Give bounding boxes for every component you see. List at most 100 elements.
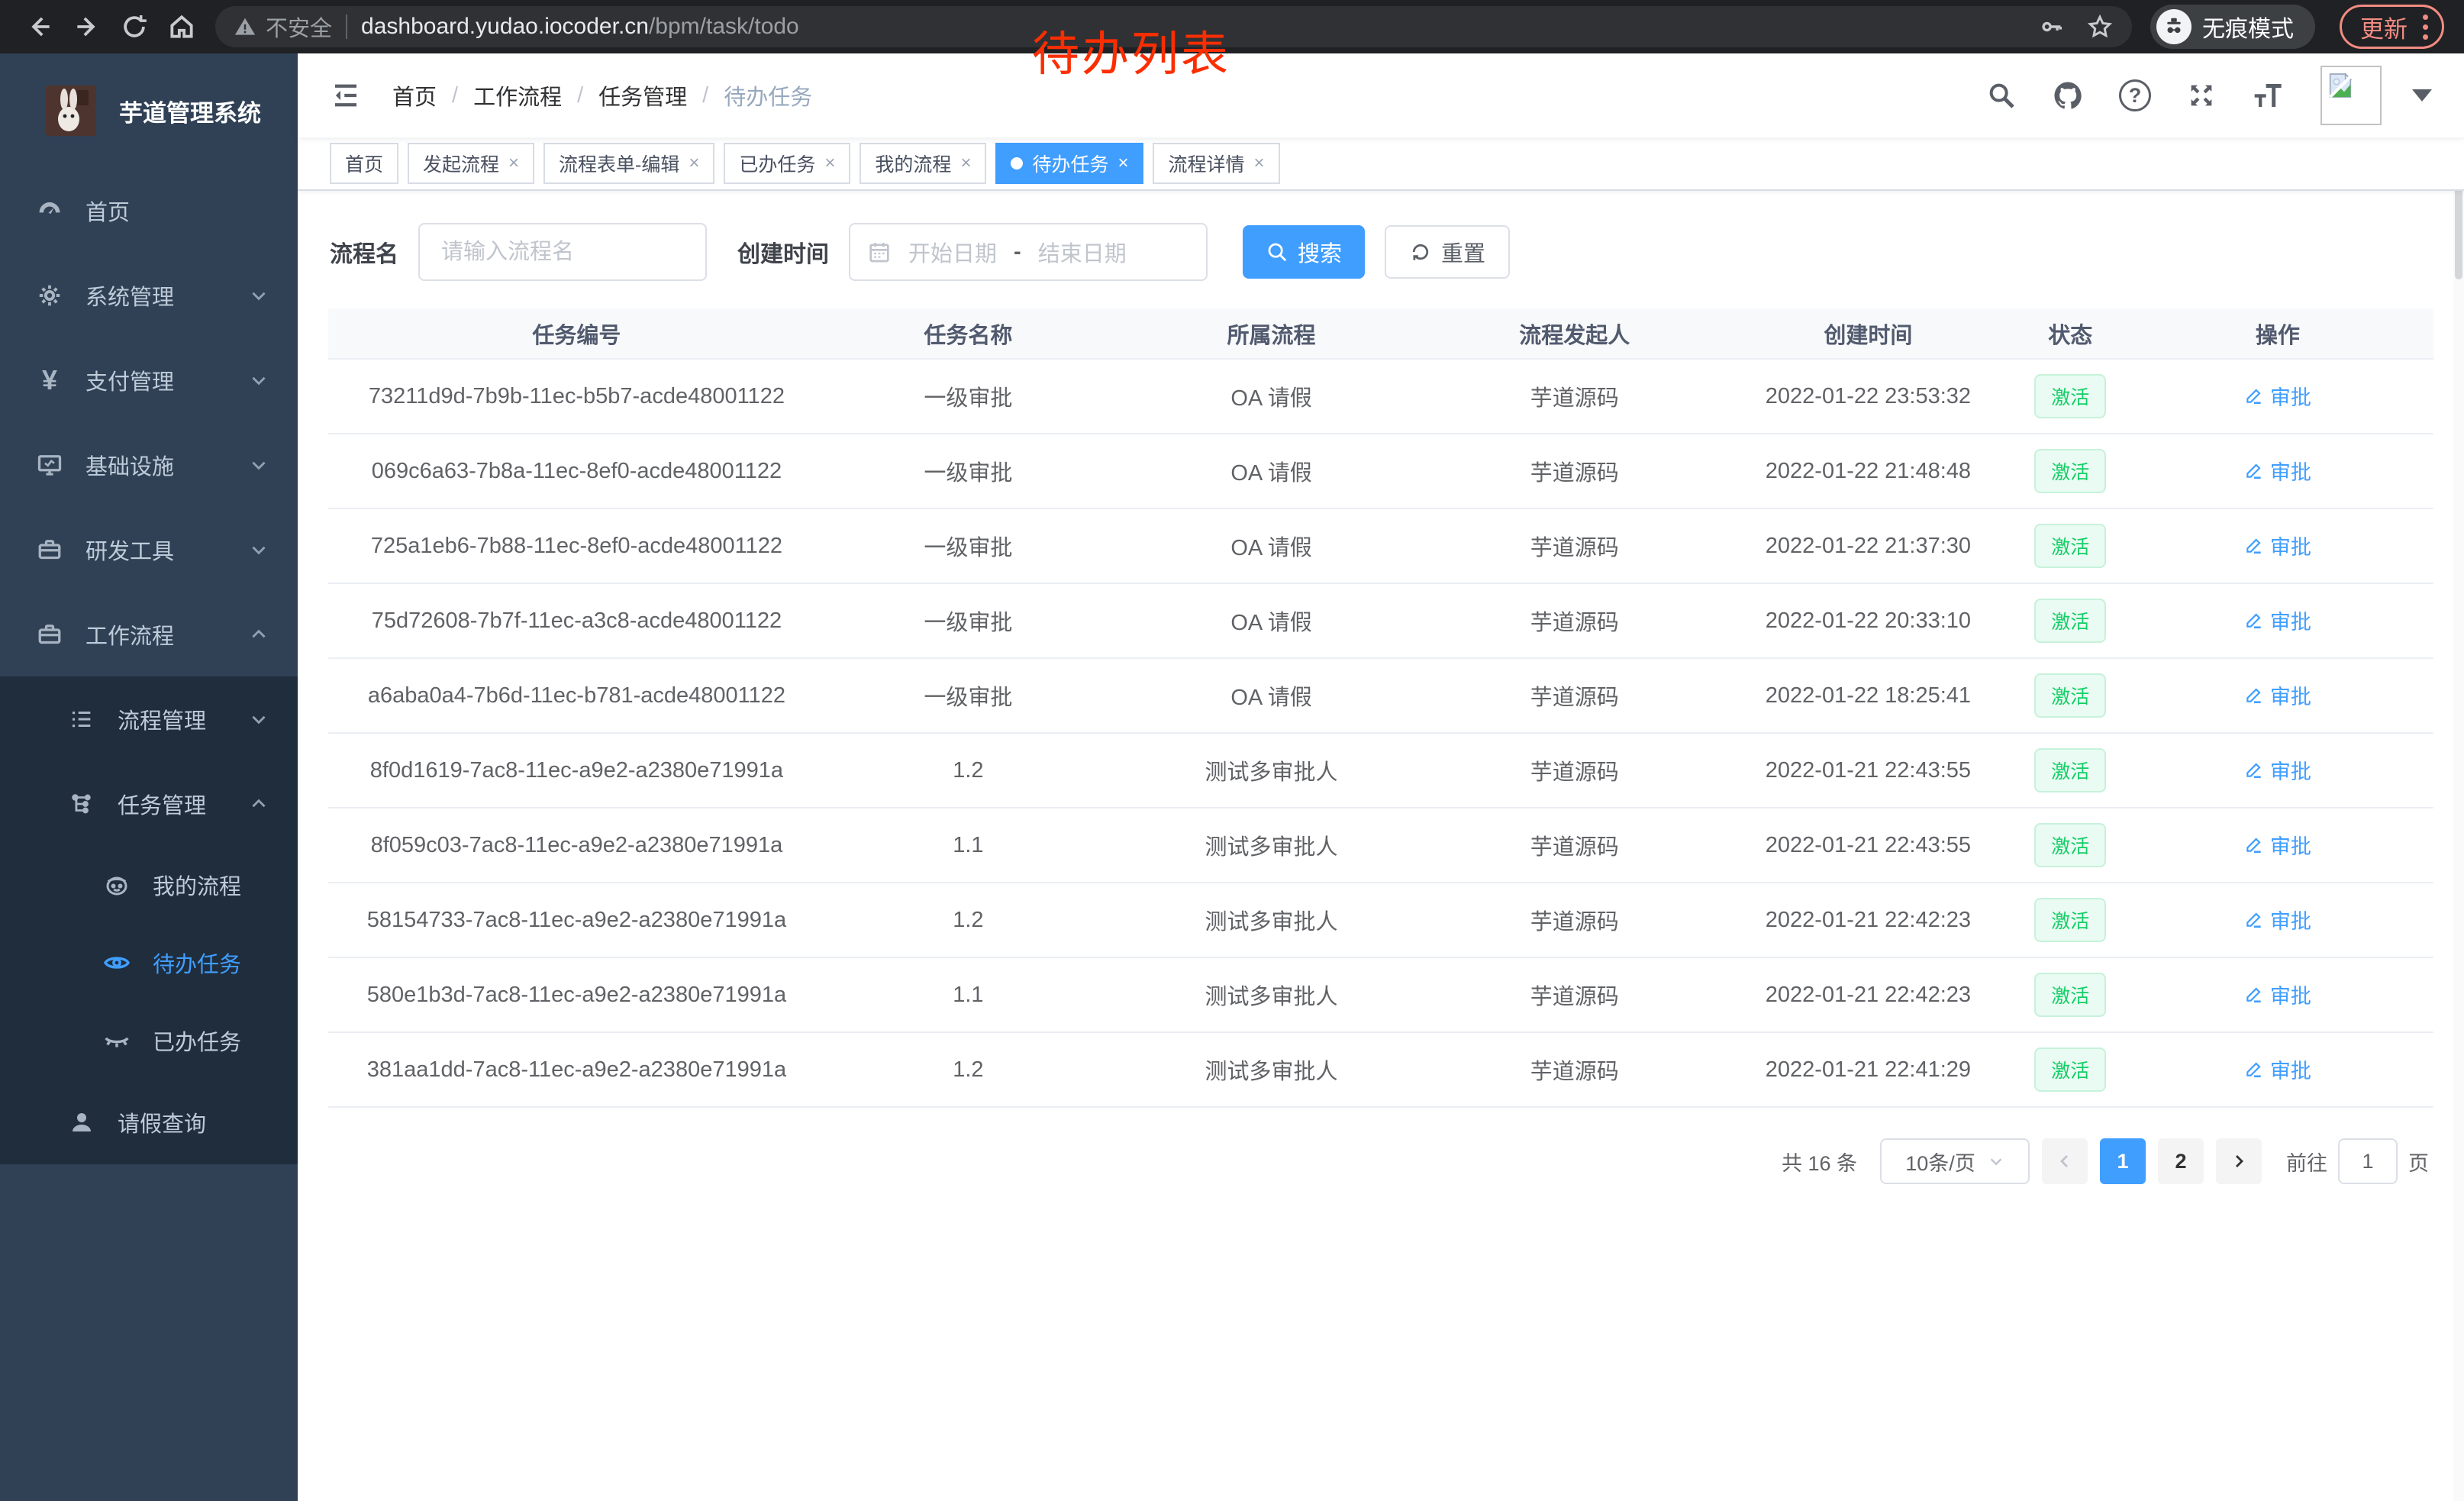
bookmark-star-icon[interactable]: [2086, 13, 2114, 40]
next-page-button[interactable]: [2216, 1138, 2262, 1184]
incognito-icon: [2156, 9, 2191, 44]
tab-process-detail[interactable]: 流程详情×: [1153, 143, 1279, 184]
tab-todo-tasks[interactable]: 待办任务×: [995, 143, 1143, 184]
back-icon[interactable]: [20, 7, 60, 47]
sidebar-collapse-icon[interactable]: [330, 79, 362, 111]
sidebar-item-payment[interactable]: ¥ 支付管理: [0, 337, 298, 422]
close-icon[interactable]: ×: [1118, 153, 1128, 174]
process-name-input[interactable]: [418, 223, 707, 281]
sidebar-item-done-tasks[interactable]: 已办任务: [0, 1002, 298, 1080]
reload-icon[interactable]: [114, 7, 154, 47]
breadcrumb-item[interactable]: 任务管理: [598, 79, 687, 111]
approve-link[interactable]: 审批: [2244, 1054, 2311, 1084]
goto-page-input[interactable]: [2338, 1138, 2398, 1184]
breadcrumb-separator: /: [702, 83, 708, 108]
date-range-input[interactable]: 开始日期 - 结束日期: [849, 223, 1208, 281]
sidebar-item-infra[interactable]: 基础设施: [0, 422, 298, 507]
close-icon[interactable]: ×: [689, 153, 699, 174]
cell-task-id: 381aa1dd-7ac8-11ec-a9e2-a2380e71991a: [328, 1032, 825, 1107]
sidebar-logo[interactable]: 芋道管理系统: [0, 53, 298, 168]
update-label: 更新: [2360, 10, 2408, 44]
table-row: 75d72608-7b7f-11ec-a3c8-acde48001122 一级审…: [328, 583, 2433, 658]
fullscreen-icon[interactable]: [2186, 80, 2217, 111]
forward-icon[interactable]: [67, 7, 107, 47]
tags-view-bar: 首页 发起流程× 流程表单-编辑× 已办任务× 我的流程× 待办任务× 流程详情…: [298, 137, 2464, 191]
table-row: 725a1eb6-7b88-11ec-8ef0-acde48001122 一级审…: [328, 508, 2433, 583]
sidebar-item-todo-tasks[interactable]: 待办任务: [0, 924, 298, 1002]
cell-starter: 芋道源码: [1431, 957, 1717, 1032]
table-row: 8f0d1619-7ac8-11ec-a9e2-a2380e71991a 1.2…: [328, 733, 2433, 808]
not-secure-warning[interactable]: 不安全: [234, 11, 332, 43]
search-icon[interactable]: [1986, 80, 2017, 111]
approve-link[interactable]: 审批: [2244, 830, 2311, 860]
face-icon: [101, 871, 133, 899]
tab-my-process[interactable]: 我的流程×: [859, 143, 986, 184]
font-size-icon[interactable]: [2252, 80, 2285, 111]
cell-task-name: 1.1: [825, 957, 1111, 1032]
search-button-label: 搜索: [1298, 236, 1342, 268]
breadcrumb-item[interactable]: 首页: [392, 79, 437, 111]
sidebar-item-process-mgmt[interactable]: 流程管理: [0, 676, 298, 761]
sidebar-item-workflow[interactable]: 工作流程: [0, 592, 298, 676]
cell-process: 测试多审批人: [1111, 808, 1431, 883]
prev-page-button[interactable]: [2042, 1138, 2088, 1184]
app-title: 芋道管理系统: [119, 94, 261, 128]
edit-pencil-icon: [2244, 1059, 2264, 1079]
close-icon[interactable]: ×: [824, 153, 835, 174]
breadcrumb-item[interactable]: 工作流程: [473, 79, 562, 111]
avatar[interactable]: [2320, 66, 2382, 125]
approve-link[interactable]: 审批: [2244, 456, 2311, 486]
help-icon[interactable]: ?: [2119, 79, 2151, 111]
home-icon[interactable]: [162, 7, 202, 47]
window-scrollbar[interactable]: [2453, 53, 2464, 1501]
approve-link[interactable]: 审批: [2244, 755, 2311, 785]
status-badge: 激活: [2034, 449, 2106, 493]
cell-task-id: 75d72608-7b7f-11ec-a3c8-acde48001122: [328, 583, 825, 658]
cell-create-time: 2022-01-22 20:33:10: [1717, 583, 2018, 658]
approve-link[interactable]: 审批: [2244, 605, 2311, 635]
approve-link[interactable]: 审批: [2244, 531, 2311, 560]
approve-link[interactable]: 审批: [2244, 381, 2311, 411]
briefcase-icon: [34, 621, 66, 648]
tab-done-tasks[interactable]: 已办任务×: [724, 143, 850, 184]
approve-link[interactable]: 审批: [2244, 905, 2311, 934]
sidebar-item-my-process[interactable]: 我的流程: [0, 846, 298, 924]
key-icon[interactable]: [2039, 14, 2065, 40]
browser-menu-dots-icon[interactable]: [2423, 15, 2428, 40]
sidebar-item-home[interactable]: 首页: [0, 168, 298, 253]
sidebar-item-label: 首页: [85, 195, 130, 227]
reset-button[interactable]: 重置: [1385, 225, 1510, 279]
close-icon[interactable]: ×: [960, 153, 971, 174]
close-icon[interactable]: ×: [1254, 153, 1265, 174]
workflow-submenu: 流程管理 任务管理: [0, 676, 298, 1164]
cell-task-name: 1.1: [825, 808, 1111, 883]
caret-down-icon[interactable]: [2412, 89, 2432, 102]
page-size-select[interactable]: 10条/页: [1880, 1138, 2030, 1184]
browser-toolbar: 不安全 dashboard.yudao.iocoder.cn/bpm/task/…: [0, 0, 2464, 53]
page-button-1[interactable]: 1: [2100, 1138, 2146, 1184]
sidebar-item-system[interactable]: 系统管理: [0, 253, 298, 337]
tab-home[interactable]: 首页: [330, 143, 398, 184]
url-text[interactable]: dashboard.yudao.iocoder.cn/bpm/task/todo: [361, 14, 799, 40]
filter-form: 流程名 创建时间 开始日期 - 结束日期 搜索 重置: [298, 191, 2464, 308]
tab-start-process[interactable]: 发起流程×: [408, 143, 534, 184]
close-icon[interactable]: ×: [508, 153, 519, 174]
tab-form-edit[interactable]: 流程表单-编辑×: [543, 143, 714, 184]
cell-starter: 芋道源码: [1431, 808, 1717, 883]
sidebar-item-leave-query[interactable]: 请假查询: [0, 1080, 298, 1164]
status-badge: 激活: [2034, 599, 2106, 643]
search-button[interactable]: 搜索: [1243, 225, 1365, 279]
sidebar-item-devtools[interactable]: 研发工具: [0, 507, 298, 592]
todo-table: 任务编号 任务名称 所属流程 流程发起人 创建时间 状态 操作 73211d9d…: [298, 308, 2464, 1108]
sidebar-item-task-mgmt[interactable]: 任务管理: [0, 761, 298, 846]
approve-link[interactable]: 审批: [2244, 680, 2311, 710]
end-date-placeholder: 结束日期: [1038, 236, 1127, 268]
github-icon[interactable]: [2052, 79, 2084, 111]
approve-link[interactable]: 审批: [2244, 980, 2311, 1009]
edit-pencil-icon: [2244, 909, 2264, 929]
sidebar-menu: 首页 系统管理 ¥ 支付管理: [0, 168, 298, 1164]
annotation-text: 待办列表: [1032, 15, 1230, 84]
cell-task-id: a6aba0a4-7b6d-11ec-b781-acde48001122: [328, 658, 825, 733]
page-button-2[interactable]: 2: [2158, 1138, 2204, 1184]
browser-update-button[interactable]: 更新: [2340, 5, 2444, 49]
